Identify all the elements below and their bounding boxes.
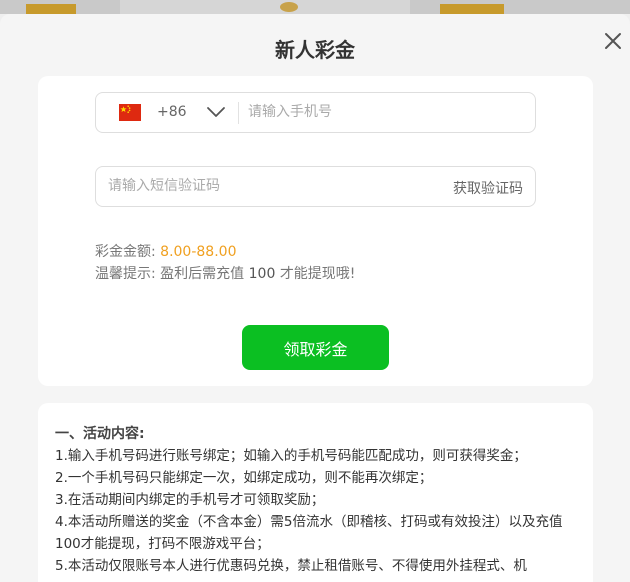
get-code-button[interactable]: 获取验证码 (453, 178, 523, 198)
phone-input[interactable] (248, 101, 518, 123)
rule-item: 1.输入手机号码进行账号绑定；如输入的手机号码能匹配成功，则可获得奖金； (55, 448, 527, 464)
background-banner (440, 4, 504, 14)
bonus-form-card: +86 获取验证码 彩金金额: 8.00-88.00 温馨提示: 盈利后需充值 … (38, 76, 593, 386)
rule-item: 5.本活动仅限账号本人进行优惠码兑换，禁止租借账号、不得使用外挂程式、机 (55, 558, 527, 574)
activity-rules-card: 一、活动内容: 1.输入手机号码进行账号绑定；如输入的手机号码能匹配成功，则可获… (38, 403, 593, 582)
background-page (0, 0, 630, 14)
chevron-down-icon[interactable] (206, 105, 226, 119)
rule-item: 3.在活动期间内绑定的手机号才可领取奖励； (55, 492, 325, 508)
bonus-amount-value: 8.00-88.00 (160, 244, 237, 260)
background-banner (26, 4, 76, 14)
modal-title: 新人彩金 (275, 38, 355, 62)
sms-field-row: 获取验证码 (95, 166, 536, 207)
sms-code-input[interactable] (108, 175, 408, 197)
field-divider (238, 102, 239, 124)
close-button[interactable] (602, 30, 624, 52)
tip-amount: 100 (248, 266, 276, 282)
new-user-bonus-modal: 新人彩金 +86 请输入手机号 请输入短信验证码 获取验证码 彩金金额: 8.0… (0, 14, 630, 582)
background-coin (280, 2, 298, 12)
bonus-amount-line: 彩金金额: 8.00-88.00 (95, 241, 236, 261)
country-dial-code[interactable]: +86 (157, 104, 187, 120)
tip-prefix: 温馨提示: 盈利后需充值 (95, 266, 245, 282)
rule-item: 4.本活动所赠送的奖金（不含本金）需5倍流水（即稽核、打码或有效投注）以及充值1… (55, 514, 563, 552)
bonus-tip-line: 温馨提示: 盈利后需充值 100 才能提现哦! (95, 263, 355, 283)
rules-list: 1.输入手机号码进行账号绑定；如输入的手机号码能匹配成功，则可获得奖金； 2.一… (55, 445, 580, 577)
china-flag-icon (119, 104, 141, 121)
background-tile (410, 0, 630, 14)
bonus-amount-label: 彩金金额: (95, 244, 156, 260)
phone-field-row: +86 (95, 92, 536, 133)
background-tile (0, 0, 120, 14)
rules-title: 一、活动内容: (55, 426, 145, 442)
rule-item: 2.一个手机号码只能绑定一次，如绑定成功，则不能再次绑定； (55, 470, 433, 486)
close-icon (605, 33, 621, 49)
claim-bonus-button[interactable]: 领取彩金 (242, 325, 389, 370)
tip-suffix: 才能提现哦! (279, 266, 356, 282)
